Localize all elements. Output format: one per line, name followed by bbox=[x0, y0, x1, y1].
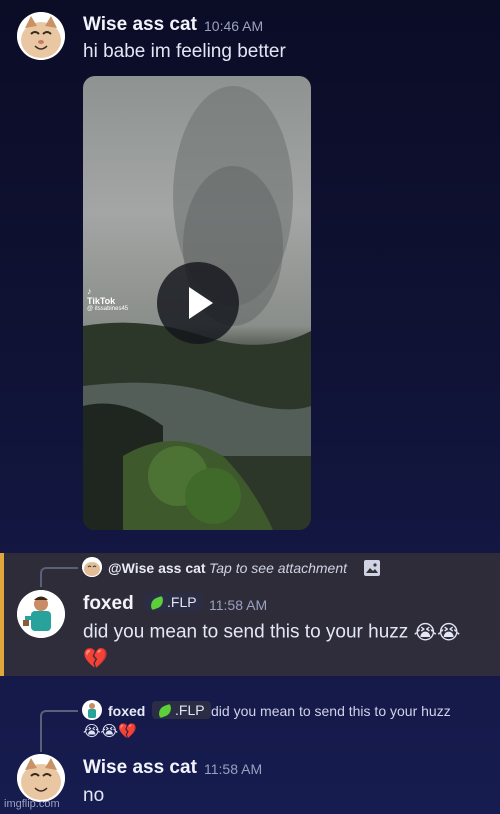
reply-clan-tag[interactable]: .FLP bbox=[152, 701, 211, 719]
person-avatar-icon bbox=[17, 590, 65, 638]
clan-tag-label: .FLP bbox=[167, 594, 197, 610]
timestamp: 11:58 AM bbox=[209, 597, 268, 613]
leaf-icon bbox=[148, 596, 166, 611]
imgflip-watermark: imgflip.com bbox=[4, 798, 60, 810]
avatar-wise-ass-cat[interactable] bbox=[17, 12, 65, 60]
reply-emojis: 😭😭💔 bbox=[83, 723, 137, 740]
crying-emoji-icon: 😭😭 bbox=[413, 622, 461, 644]
avatar-foxed[interactable] bbox=[17, 590, 65, 638]
username[interactable]: Wise ass cat bbox=[83, 14, 197, 36]
timestamp: 11:58 AM bbox=[204, 761, 263, 777]
clan-tag[interactable]: .FLP bbox=[144, 593, 203, 611]
reply-username[interactable]: foxed bbox=[108, 703, 145, 719]
reply-connector bbox=[40, 710, 78, 752]
reply-username[interactable]: @Wise ass cat bbox=[108, 560, 206, 576]
play-button-icon[interactable] bbox=[157, 262, 239, 344]
cat-face-icon bbox=[17, 754, 65, 802]
username[interactable]: Wise ass cat bbox=[83, 757, 197, 779]
leaf-icon bbox=[156, 704, 174, 719]
tiktok-handle: @ itssabines45 bbox=[87, 306, 129, 312]
message-text-body: did you mean to send this to your huzz bbox=[83, 621, 409, 643]
tiktok-watermark: ♪ TikTok @ itssabines45 bbox=[87, 286, 128, 312]
timestamp: 10:46 AM bbox=[204, 18, 264, 34]
cat-face-icon bbox=[82, 557, 102, 577]
reply-preview[interactable]: Tap to see attachment bbox=[209, 560, 347, 576]
reply-preview[interactable]: did you mean to send this to your huzz bbox=[211, 703, 451, 719]
reply-connector bbox=[40, 567, 78, 587]
reply-clan-tag-label: .FLP bbox=[175, 702, 205, 718]
message-text: did you mean to send this to your huzz 😭… bbox=[83, 620, 460, 645]
username[interactable]: foxed bbox=[83, 593, 134, 615]
tiktok-icon: ♪ bbox=[87, 286, 92, 296]
image-icon bbox=[364, 560, 380, 576]
reply-avatar-wise-ass-cat[interactable] bbox=[82, 557, 102, 577]
reply-avatar-foxed[interactable] bbox=[82, 700, 102, 720]
message-text: hi babe im feeling better bbox=[83, 41, 286, 62]
avatar-wise-ass-cat[interactable] bbox=[17, 754, 65, 802]
cat-face-icon bbox=[17, 12, 65, 60]
person-avatar-icon bbox=[88, 703, 96, 718]
tiktok-label: TikTok bbox=[87, 296, 116, 306]
broken-heart-icon: 💔 bbox=[83, 648, 108, 670]
message-text: no bbox=[83, 785, 105, 806]
